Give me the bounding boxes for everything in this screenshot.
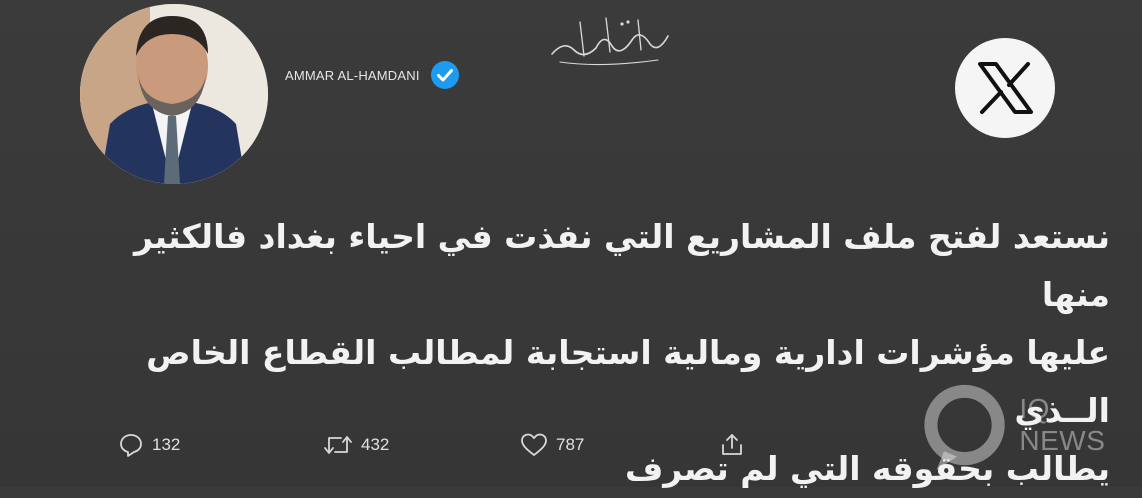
tweet-actions: 132 432 787 — [118, 428, 744, 462]
watermark: IQ NEWS — [916, 370, 1136, 480]
tweet-card: AMMAR AL-HAMDANI نستعد لفتح ملف المشاريع… — [0, 0, 1142, 488]
x-brand-mark — [978, 62, 1033, 114]
share-icon — [722, 434, 742, 455]
watermark-text: IQ NEWS — [1019, 393, 1106, 456]
heart-icon — [521, 433, 547, 456]
reply-count: 132 — [152, 435, 181, 454]
avatar[interactable] — [80, 4, 268, 184]
watermark-logo-icon — [924, 384, 1005, 470]
share-button[interactable] — [720, 432, 744, 458]
retweet-button[interactable]: 432 — [323, 432, 520, 458]
like-button[interactable]: 787 — [520, 432, 720, 458]
author-name[interactable]: AMMAR AL-HAMDANI — [285, 68, 420, 83]
reply-button[interactable]: 132 — [118, 432, 323, 458]
verified-badge-icon — [430, 61, 459, 89]
avatar-photo — [80, 4, 268, 184]
retweet-count: 432 — [361, 435, 390, 454]
reply-icon — [120, 434, 142, 457]
like-count: 787 — [556, 435, 585, 454]
x-logo-icon[interactable] — [955, 38, 1055, 138]
author-row: AMMAR AL-HAMDANI — [285, 60, 460, 90]
calligraphy-signature — [551, 17, 669, 66]
retweet-icon — [324, 436, 352, 454]
